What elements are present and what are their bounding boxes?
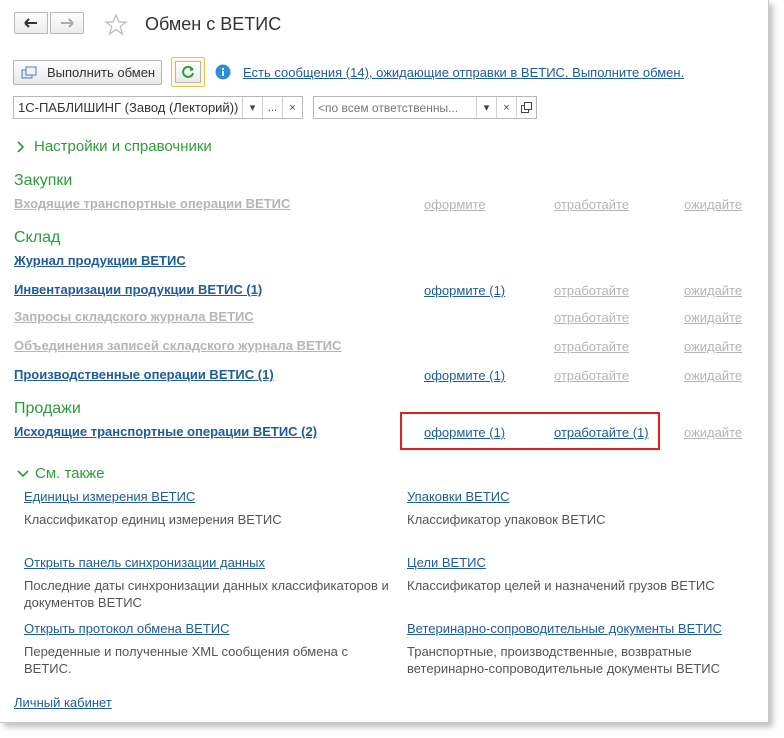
open-window-icon <box>521 102 532 113</box>
chevron-down-icon <box>17 469 29 477</box>
units-link[interactable]: Единицы измерения ВЕТИС <box>24 489 195 504</box>
clear-button[interactable]: × <box>496 97 516 118</box>
forward-button[interactable] <box>50 12 84 34</box>
star-icon[interactable] <box>104 13 128 37</box>
exchange-log-desc: Переденные и полученные XML сообщения об… <box>24 644 348 676</box>
section-warehouse: Склад <box>14 229 61 246</box>
page-title: Обмен с ВЕТИС <box>145 14 282 34</box>
wait-link[interactable]: ожидайте <box>684 310 742 325</box>
production-ops-link[interactable]: Производственные операции ВЕТИС (1) <box>14 367 274 382</box>
wait-link[interactable]: ожидайте <box>684 425 742 440</box>
purposes-link[interactable]: Цели ВЕТИС <box>407 555 486 570</box>
incoming-transport-ops-link[interactable]: Входящие транспортные операции ВЕТИС <box>14 196 290 211</box>
vet-documents-desc: Транспортные, производственные, возвратн… <box>407 644 720 676</box>
packages-desc: Классификатор упаковок ВЕТИС <box>407 512 606 527</box>
journal-requests-link[interactable]: Запросы складского журнала ВЕТИС <box>14 309 254 324</box>
section-purchases: Закупки <box>14 172 73 189</box>
wait-link[interactable]: ожидайте <box>684 339 742 354</box>
open-button[interactable] <box>516 97 536 118</box>
settings-group-toggle[interactable]: Настройки и справочники <box>16 138 212 155</box>
exchange-log-link[interactable]: Открыть протокол обмена ВЕТИС <box>24 621 230 636</box>
vet-documents-link[interactable]: Ветеринарно-сопроводительные документы В… <box>407 621 722 636</box>
organization-field[interactable]: 1С-ПАБЛИШИНГ (Завод (Лекторий)) ▾ ... × <box>13 96 303 119</box>
organization-value: 1С-ПАБЛИШИНГ (Завод (Лекторий)) <box>18 100 239 115</box>
arrow-right-icon <box>61 18 74 28</box>
see-also-toggle[interactable]: См. также <box>16 465 104 482</box>
refresh-icon <box>182 65 194 78</box>
packages-link[interactable]: Упаковки ВЕТИС <box>407 489 510 504</box>
process-link[interactable]: отработайте <box>554 310 629 325</box>
exchange-button-label: Выполнить обмен <box>47 65 156 80</box>
chevron-down-icon: ▾ <box>483 102 490 114</box>
draft-link[interactable]: оформите (1) <box>424 368 505 383</box>
draft-link[interactable]: оформите (1) <box>424 283 505 298</box>
product-journal-link[interactable]: Журнал продукции ВЕТИС <box>14 253 186 268</box>
process-link[interactable]: отработайте <box>554 283 629 298</box>
arrow-left-icon <box>24 18 37 28</box>
journal-merge-link[interactable]: Объединения записей складского журнала В… <box>14 338 341 353</box>
draft-link[interactable]: оформите <box>424 197 486 212</box>
sync-panel-link[interactable]: Открыть панель синхронизации данных <box>24 555 265 570</box>
dropdown-button[interactable]: ▾ <box>242 97 262 118</box>
select-button[interactable]: ... <box>262 97 282 118</box>
highlight-box <box>400 412 660 450</box>
section-sales: Продажи <box>14 400 81 417</box>
dropdown-button[interactable]: ▾ <box>476 97 496 118</box>
personal-account-link[interactable]: Личный кабинет <box>14 695 112 710</box>
process-link[interactable]: отработайте <box>554 197 629 212</box>
exchange-window: Обмен с ВЕТИС Выполнить обмен Есть сообщ… <box>0 0 769 723</box>
refresh-button[interactable] <box>171 57 205 87</box>
purposes-desc: Классификатор целей и назначений грузов … <box>407 578 715 593</box>
see-also-title: См. также <box>35 465 105 482</box>
sync-panel-desc: Последние даты синхронизации данных клас… <box>24 578 389 610</box>
clear-button[interactable]: × <box>282 97 302 118</box>
chevron-down-icon: ▾ <box>249 102 256 114</box>
chevron-right-icon <box>17 140 25 153</box>
more-label: ... <box>267 101 278 114</box>
info-icon <box>215 64 231 80</box>
units-desc: Классификатор единиц измерения ВЕТИС <box>24 512 282 527</box>
settings-group-title: Настройки и справочники <box>34 138 212 155</box>
process-link[interactable]: отработайте <box>554 339 629 354</box>
close-icon: × <box>289 101 296 114</box>
outgoing-transport-ops-link[interactable]: Исходящие транспортные операции ВЕТИС (2… <box>14 424 317 439</box>
close-icon: × <box>503 101 510 114</box>
process-link[interactable]: отработайте <box>554 368 629 383</box>
pending-messages-link[interactable]: Есть сообщения (14), ожидающие отправки … <box>243 65 684 80</box>
exchange-button[interactable]: Выполнить обмен <box>13 60 162 85</box>
wait-link[interactable]: ожидайте <box>684 283 742 298</box>
wait-link[interactable]: ожидайте <box>684 368 742 383</box>
inventory-link[interactable]: Инвентаризации продукции ВЕТИС (1) <box>14 282 262 297</box>
back-button[interactable] <box>14 12 48 34</box>
exchange-icon <box>21 66 37 78</box>
responsible-input[interactable] <box>314 99 476 116</box>
wait-link[interactable]: ожидайте <box>684 197 742 212</box>
responsible-field[interactable]: ▾ × <box>313 96 537 119</box>
